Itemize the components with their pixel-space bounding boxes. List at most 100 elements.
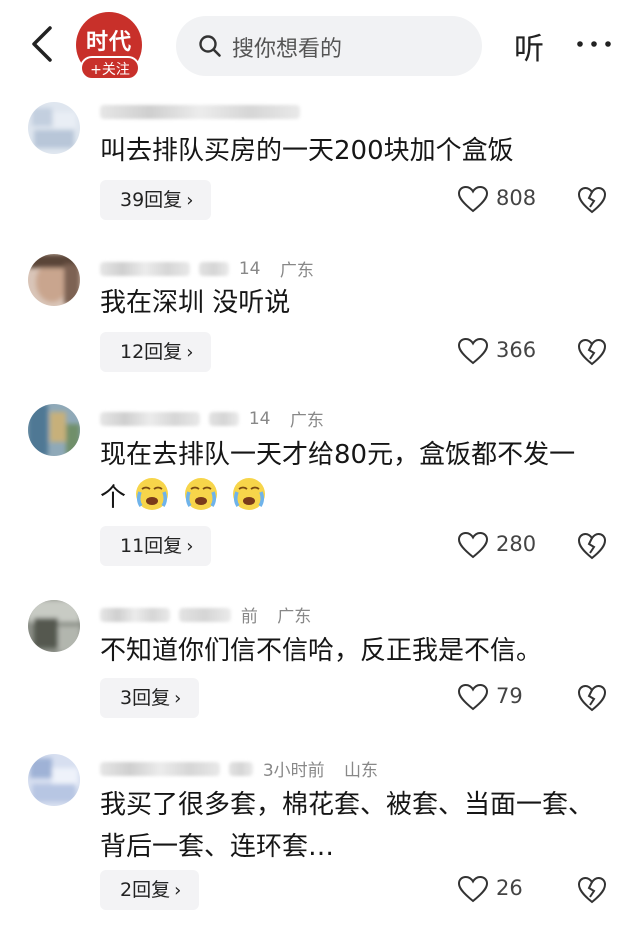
like-count: 808 bbox=[496, 186, 537, 210]
reply-count-label: 3回复 bbox=[120, 687, 171, 709]
reply-count-button[interactable]: 2回复 › bbox=[100, 870, 200, 910]
comment-meta: 前 广东 bbox=[100, 602, 311, 627]
avatar[interactable] bbox=[28, 404, 80, 456]
comment-time: 3小时前 bbox=[262, 761, 325, 781]
like-button[interactable]: 366 bbox=[458, 332, 568, 372]
comment-text: 叫去排队买房的一天200块加个盒饭 bbox=[100, 136, 514, 166]
follow-button[interactable]: +关注 bbox=[80, 56, 140, 80]
masked-time bbox=[229, 761, 254, 776]
comment-location: 广东 bbox=[289, 411, 324, 431]
chevron-right-icon: › bbox=[186, 536, 194, 557]
avatar-image bbox=[28, 600, 80, 652]
comment-item: 14 广东 现在去排队一天才给80元，盒饭都不发一 个 11回复 › 280 bbox=[0, 398, 640, 578]
masked-username[interactable] bbox=[100, 607, 170, 622]
masked-time bbox=[179, 607, 232, 622]
reply-count-label: 12回复 bbox=[120, 341, 183, 363]
chevron-right-icon: › bbox=[186, 190, 194, 211]
comment-meta: 14 广东 bbox=[100, 406, 324, 431]
like-count: 79 bbox=[496, 684, 523, 708]
dislike-button[interactable] bbox=[576, 870, 608, 910]
comment-time: 14 bbox=[248, 408, 271, 429]
avatar[interactable] bbox=[28, 600, 80, 652]
logo-text: 时代 bbox=[85, 30, 132, 55]
like-count: 280 bbox=[496, 532, 537, 556]
masked-username[interactable] bbox=[100, 261, 190, 276]
avatar-image bbox=[28, 754, 80, 806]
avatar-image bbox=[28, 102, 80, 154]
broken-heart-icon bbox=[577, 338, 607, 366]
top-bar: 时代 +关注 搜你想看的 听 bbox=[0, 0, 640, 92]
reply-count-button[interactable]: 39回复 › bbox=[100, 180, 212, 220]
like-button[interactable]: 808 bbox=[458, 180, 568, 220]
like-count: 366 bbox=[496, 338, 537, 362]
chevron-right-icon: › bbox=[186, 342, 194, 363]
comment-text-line: 我买了很多套，棉花套、被套、当面一套、 bbox=[100, 790, 595, 820]
comment-text: 我在深圳 没听说 bbox=[100, 288, 291, 318]
like-button[interactable]: 280 bbox=[458, 526, 568, 566]
chevron-right-icon: › bbox=[174, 880, 182, 901]
crying-face-icon bbox=[136, 478, 169, 510]
like-button[interactable]: 26 bbox=[458, 870, 568, 910]
broken-heart-icon bbox=[577, 186, 607, 214]
search-input[interactable]: 搜你想看的 bbox=[176, 16, 482, 76]
masked-username[interactable] bbox=[100, 105, 300, 119]
more-dots-icon bbox=[577, 41, 611, 47]
comment-text-tail: 个 bbox=[100, 483, 127, 513]
reply-count-button[interactable]: 3回复 › bbox=[100, 678, 200, 718]
search-placeholder: 搜你想看的 bbox=[232, 37, 343, 62]
avatar[interactable] bbox=[28, 102, 80, 154]
dislike-button[interactable] bbox=[576, 180, 608, 220]
back-button[interactable] bbox=[22, 22, 62, 66]
broken-heart-icon bbox=[577, 876, 607, 904]
comment-time: 前 bbox=[240, 607, 258, 627]
broken-heart-icon bbox=[577, 684, 607, 712]
comment-item: 前 广东 不知道你们信不信哈，反正我是不信。 3回复 › 79 bbox=[0, 594, 640, 734]
crying-face-icon bbox=[232, 478, 265, 510]
reply-count-button[interactable]: 11回复 › bbox=[100, 526, 212, 566]
heart-icon bbox=[458, 532, 488, 559]
channel-logo[interactable]: 时代 +关注 bbox=[74, 12, 146, 80]
comment-text-line: 背后一套、连环套… bbox=[100, 832, 335, 862]
more-button[interactable] bbox=[574, 22, 614, 62]
masked-time bbox=[199, 261, 230, 276]
avatar-image bbox=[28, 404, 80, 456]
masked-username[interactable] bbox=[100, 411, 200, 426]
avatar[interactable] bbox=[28, 754, 80, 806]
comment-location: 广东 bbox=[277, 607, 312, 627]
heart-icon bbox=[458, 186, 488, 213]
heart-icon bbox=[458, 338, 488, 365]
reply-count-label: 2回复 bbox=[120, 879, 171, 901]
dislike-button[interactable] bbox=[576, 332, 608, 372]
comment-time: 14 bbox=[238, 258, 261, 279]
comment-item: 3小时前 山东 我买了很多套，棉花套、被套、当面一套、 背后一套、连环套… 2回… bbox=[0, 748, 640, 930]
crying-face-icon bbox=[184, 478, 217, 510]
like-button[interactable]: 79 bbox=[458, 678, 568, 718]
chevron-right-icon: › bbox=[174, 688, 182, 709]
broken-heart-icon bbox=[577, 532, 607, 560]
dislike-button[interactable] bbox=[576, 678, 608, 718]
reply-count-label: 39回复 bbox=[120, 189, 183, 211]
listen-button[interactable]: 听 bbox=[514, 24, 544, 68]
dislike-button[interactable] bbox=[576, 526, 608, 566]
masked-time bbox=[209, 411, 240, 426]
chevron-left-icon bbox=[32, 26, 52, 62]
comment-item: 14 广东 我在深圳 没听说 12回复 › 366 bbox=[0, 246, 640, 386]
comment-meta bbox=[100, 102, 300, 122]
comment-text: 现在去排队一天才给80元，盒饭都不发一 个 bbox=[100, 434, 610, 519]
avatar-image bbox=[28, 254, 80, 306]
comment-location: 广东 bbox=[279, 261, 314, 281]
search-icon bbox=[199, 35, 221, 57]
comment-location: 山东 bbox=[344, 761, 379, 781]
comment-text-line: 现在去排队一天才给80元，盒饭都不发一 bbox=[100, 440, 576, 470]
comment-meta: 14 广东 bbox=[100, 256, 314, 281]
comment-text: 我买了很多套，棉花套、被套、当面一套、 背后一套、连环套… bbox=[100, 784, 610, 868]
like-count: 26 bbox=[496, 876, 523, 900]
heart-icon bbox=[458, 684, 488, 711]
comment-meta: 3小时前 山东 bbox=[100, 756, 378, 781]
comment-text-line: 个 bbox=[100, 476, 610, 519]
avatar[interactable] bbox=[28, 254, 80, 306]
comment-text: 不知道你们信不信哈，反正我是不信。 bbox=[100, 636, 543, 666]
masked-username[interactable] bbox=[100, 761, 220, 776]
reply-count-button[interactable]: 12回复 › bbox=[100, 332, 212, 372]
reply-count-label: 11回复 bbox=[120, 535, 183, 557]
